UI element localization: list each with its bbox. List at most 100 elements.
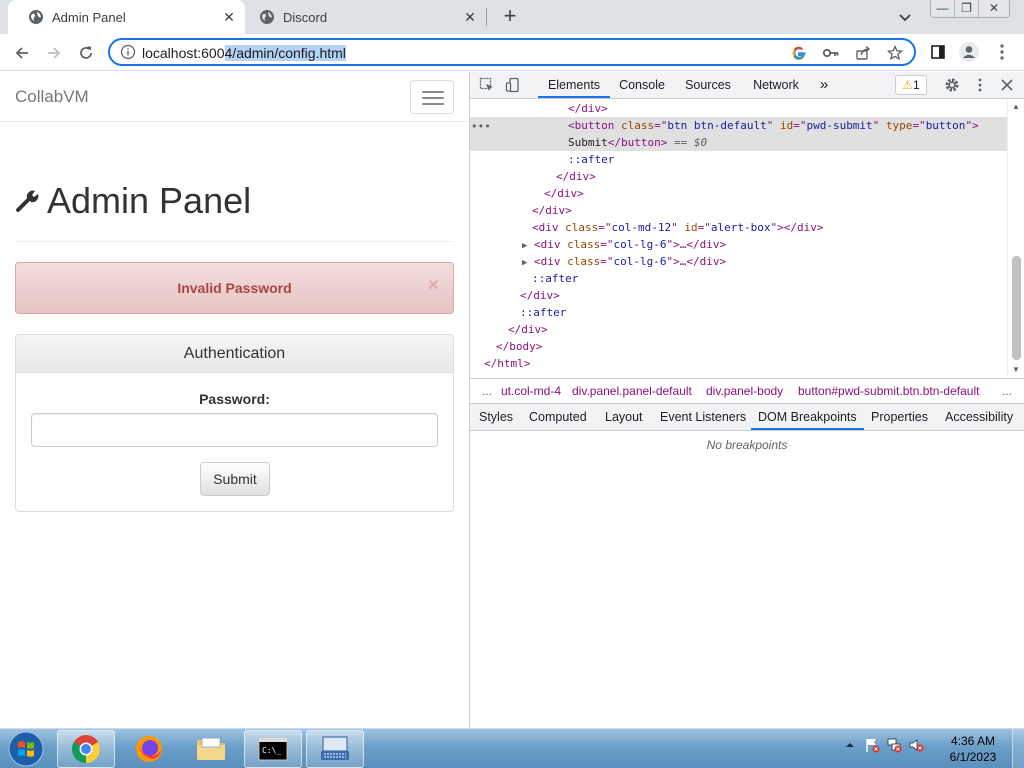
show-desktop-button[interactable] [1012, 729, 1024, 768]
key-icon[interactable] [820, 43, 842, 63]
dom-line[interactable]: </div> [470, 185, 1007, 202]
tab-computed[interactable]: Computed [529, 404, 587, 430]
dom-line[interactable]: </html> [470, 355, 1007, 372]
device-toolbar-icon[interactable] [504, 76, 522, 94]
taskbar-explorer-folder-icon[interactable] [182, 730, 240, 768]
start-button-windows-icon[interactable] [6, 730, 46, 768]
dom-line[interactable]: ::after [470, 270, 1007, 287]
devtools-pane: Elements Console Sources Network » ⚠1 </… [470, 72, 1024, 728]
tab-dom-breakpoints[interactable]: DOM Breakpoints [751, 404, 864, 430]
dom-line[interactable]: ::after [470, 151, 1007, 168]
dom-line[interactable]: </div> [470, 287, 1007, 304]
devtools-tabbar: Elements Console Sources Network » ⚠1 [470, 72, 1024, 99]
taskbar-chrome-icon[interactable] [57, 730, 115, 768]
expand-triangle-icon[interactable]: ▶ [522, 241, 527, 251]
action-center-flag-icon[interactable] [864, 737, 880, 753]
browser-tab-strip: Admin Panel ✕ Discord ✕ + — ❐ ✕ [0, 0, 1024, 34]
restore-button[interactable]: ❐ [955, 0, 979, 17]
tab-title: Discord [283, 9, 328, 25]
tray-expand-arrow-icon[interactable] [842, 737, 858, 753]
omnibox-actions [788, 43, 906, 63]
dom-line-menu-icon[interactable]: ••• [471, 120, 491, 133]
devtools-menu-kebab-icon[interactable] [971, 76, 989, 94]
devtools-tab-console[interactable]: Console [616, 72, 668, 98]
taskbar-firefox-icon[interactable] [120, 730, 178, 768]
breadcrumb-item[interactable]: div.panel-body [706, 379, 783, 403]
expand-triangle-icon[interactable]: ▶ [522, 258, 527, 268]
back-icon[interactable] [10, 41, 34, 65]
site-info-icon[interactable] [120, 44, 136, 60]
taskbar-keyboard-icon[interactable] [306, 730, 364, 768]
url-host: localhost:600 [142, 45, 225, 61]
clock-date: 6/1/2023 [949, 750, 997, 764]
alert-close-icon[interactable]: × [428, 276, 439, 296]
menu-kebab-icon[interactable] [990, 40, 1014, 64]
dom-line-selected[interactable]: <button class="btn btn-default" id="pwd-… [470, 117, 1007, 134]
tab-separator [486, 8, 487, 26]
dom-line-selected[interactable]: Submit</button> == $0 [470, 134, 1007, 151]
reload-icon[interactable] [74, 41, 98, 65]
new-tab-button[interactable]: + [498, 5, 522, 29]
navbar-toggle-button[interactable] [410, 80, 454, 114]
panel-title: Authentication [16, 335, 453, 373]
window-controls: — ❐ ✕ [930, 0, 1010, 18]
taskbar-cmd-icon[interactable]: C:\_ [244, 730, 302, 768]
dom-line[interactable]: ::after [470, 304, 1007, 321]
tab-event-listeners[interactable]: Event Listeners [660, 404, 746, 430]
tab-accessibility[interactable]: Accessibility [945, 404, 1013, 430]
dom-line[interactable]: </div> [470, 202, 1007, 219]
devtools-close-icon[interactable] [998, 76, 1016, 94]
tab-styles[interactable]: Styles [479, 404, 513, 430]
taskbar-clock[interactable]: 4:36 AM 6/1/2023 [940, 733, 1006, 765]
scroll-down-arrow-icon[interactable]: ▼ [1012, 365, 1020, 374]
dom-line[interactable]: </div> [470, 168, 1007, 185]
inspect-element-icon[interactable] [478, 76, 496, 94]
dom-line[interactable]: <div class="col-md-12" id="alert-box"></… [470, 219, 1007, 236]
tab-discord[interactable]: Discord ✕ [245, 0, 486, 34]
breadcrumb-item[interactable]: div.panel.panel-default [572, 379, 692, 403]
dom-tree[interactable]: </div> <button class="btn btn-default" i… [470, 100, 1007, 376]
breadcrumb-item[interactable]: button#pwd-submit.btn.btn-default [798, 379, 979, 403]
url-text[interactable]: localhost:6004/admin/config.html [142, 45, 346, 61]
dom-scrollbar[interactable]: ▲ ▼ [1007, 100, 1024, 376]
breadcrumb-overflow[interactable]: ... [482, 379, 492, 403]
star-icon[interactable] [884, 43, 906, 63]
breadcrumb-item[interactable]: ut.col-md-4 [501, 379, 561, 403]
scrollbar-thumb[interactable] [1012, 256, 1021, 360]
tab-close-icon[interactable]: ✕ [221, 9, 237, 25]
devtools-tab-elements[interactable]: Elements [538, 72, 610, 98]
google-icon[interactable] [788, 43, 810, 63]
brand-link[interactable]: CollabVM [15, 87, 89, 107]
devtools-tab-sources[interactable]: Sources [682, 72, 734, 98]
tab-search-chevron-icon[interactable] [896, 8, 914, 26]
window-close-button[interactable]: ✕ [979, 0, 1009, 17]
tab-close-icon[interactable]: ✕ [462, 9, 478, 25]
devtools-tab-network[interactable]: Network [748, 72, 804, 98]
windows-taskbar: C:\_ 4:36 AM 6/1/2023 [0, 728, 1024, 768]
more-tabs-icon[interactable]: » [814, 72, 834, 98]
submit-button[interactable]: Submit [200, 462, 270, 496]
dom-line[interactable]: </body> [470, 338, 1007, 355]
tab-properties[interactable]: Properties [871, 404, 928, 430]
dom-line[interactable]: </div> [470, 100, 1007, 117]
tab-admin-panel[interactable]: Admin Panel ✕ [8, 0, 245, 34]
settings-gear-icon[interactable] [943, 76, 961, 94]
dom-line-collapsed[interactable]: ▶ <div class="col-lg-6">…</div> [470, 236, 1007, 253]
tab-layout[interactable]: Layout [605, 404, 643, 430]
network-icon[interactable] [886, 737, 902, 753]
breadcrumb-overflow[interactable]: ... [1002, 379, 1012, 403]
share-icon[interactable] [852, 43, 874, 63]
minimize-button[interactable]: — [931, 0, 955, 17]
page-title: Admin Panel [47, 180, 252, 221]
profile-avatar-icon[interactable] [957, 40, 981, 64]
hamburger-bar [422, 103, 444, 105]
dom-line-collapsed[interactable]: ▶ <div class="col-lg-6">…</div> [470, 253, 1007, 270]
side-panel-icon[interactable] [926, 40, 950, 64]
address-bar[interactable]: localhost:6004/admin/config.html [108, 38, 916, 66]
warnings-badge[interactable]: ⚠1 [895, 75, 927, 95]
forward-icon[interactable] [42, 41, 66, 65]
password-input[interactable] [31, 413, 438, 447]
scroll-up-arrow-icon[interactable]: ▲ [1012, 102, 1020, 111]
volume-muted-icon[interactable] [908, 737, 924, 753]
dom-line[interactable]: </div> [470, 321, 1007, 338]
